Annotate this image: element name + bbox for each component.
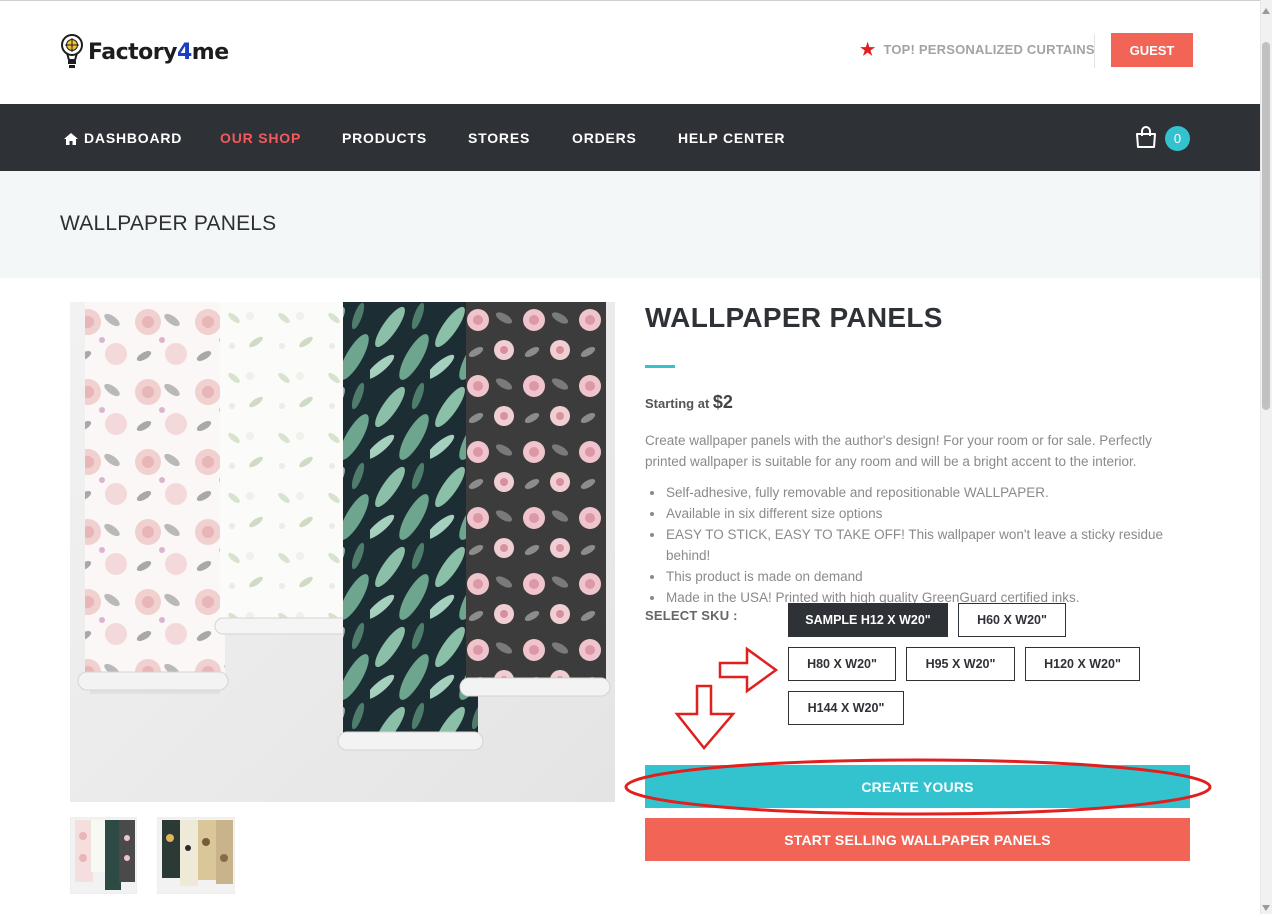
sku-option-h120[interactable]: H120 X W20" [1025,647,1140,681]
promo-link[interactable]: ★ TOP! PERSONALIZED CURTAINS [860,41,1095,58]
list-item: Available in six different size options [645,503,1205,524]
scroll-up-arrow-icon[interactable] [1262,3,1270,14]
sku-option-sample-h12[interactable]: SAMPLE H12 X W20" [788,603,948,637]
product-title: WALLPAPER PANELS [645,302,943,333]
page-title: WALLPAPER PANELS [60,212,277,235]
sku-option-h60[interactable]: H60 X W20" [958,603,1066,637]
brand-name: Factory4me [88,39,229,65]
home-icon [64,132,78,145]
guest-button[interactable]: GUEST [1111,33,1193,67]
sku-label: SELECT SKU : [645,608,738,623]
wallpaper-roll-pink [77,302,229,691]
product-thumbnail[interactable] [70,817,137,894]
header-divider [1094,34,1095,68]
nav-item-products[interactable]: PRODUCTS [342,104,427,171]
shopping-bag-icon[interactable] [1134,125,1158,149]
sku-option-h95[interactable]: H95 X W20" [906,647,1015,681]
sku-option-h144[interactable]: H144 X W20" [788,691,904,725]
feature-list: Self-adhesive, fully removable and repos… [645,482,1205,608]
sku-option-h80[interactable]: H80 X W20" [788,647,896,681]
product-description: Create wallpaper panels with the author'… [645,433,1152,469]
nav-item-orders[interactable]: ORDERS [572,104,637,171]
list-item: Self-adhesive, fully removable and repos… [645,482,1205,503]
promo-text: TOP! PERSONALIZED CURTAINS [883,42,1095,57]
right-arrow-icon [718,646,779,694]
price-value: $2 [712,392,733,412]
price-block: Starting at $2 [645,392,733,413]
start-selling-button[interactable]: START SELLING WALLPAPER PANELS [645,818,1190,861]
wallpaper-roll-dark-roses [459,302,611,697]
down-arrow-icon [674,684,736,750]
brand-logo[interactable]: Factory4me [60,32,229,72]
cart-count-badge[interactable]: 0 [1165,126,1190,151]
nav-item-stores[interactable]: STORES [468,104,530,171]
list-item: This product is made on demand [645,566,1205,587]
nav-item-dashboard[interactable]: DASHBOARD [64,104,182,171]
product-main-image[interactable] [70,302,615,802]
price-prefix: Starting at [645,396,710,411]
main-nav: DASHBOARD OUR SHOP PRODUCTS STORES ORDER… [0,104,1260,171]
create-yours-button[interactable]: CREATE YOURS [645,765,1190,808]
scroll-down-arrow-icon[interactable] [1262,900,1270,911]
title-underline [645,365,675,368]
nav-item-help-center[interactable]: HELP CENTER [678,104,785,171]
product-thumbnail[interactable] [157,817,235,894]
nav-item-our-shop[interactable]: OUR SHOP [220,104,301,171]
wallpaper-roll-white [214,302,356,635]
nav-item-label: DASHBOARD [84,129,183,146]
list-item: EASY TO STICK, EASY TO TAKE OFF! This wa… [645,524,1205,566]
star-icon: ★ [860,40,876,59]
site-header: Factory4me ★ TOP! PERSONALIZED CURTAINS … [0,1,1260,104]
scrollbar-thumb[interactable] [1262,42,1270,410]
lightbulb-icon [60,33,84,71]
